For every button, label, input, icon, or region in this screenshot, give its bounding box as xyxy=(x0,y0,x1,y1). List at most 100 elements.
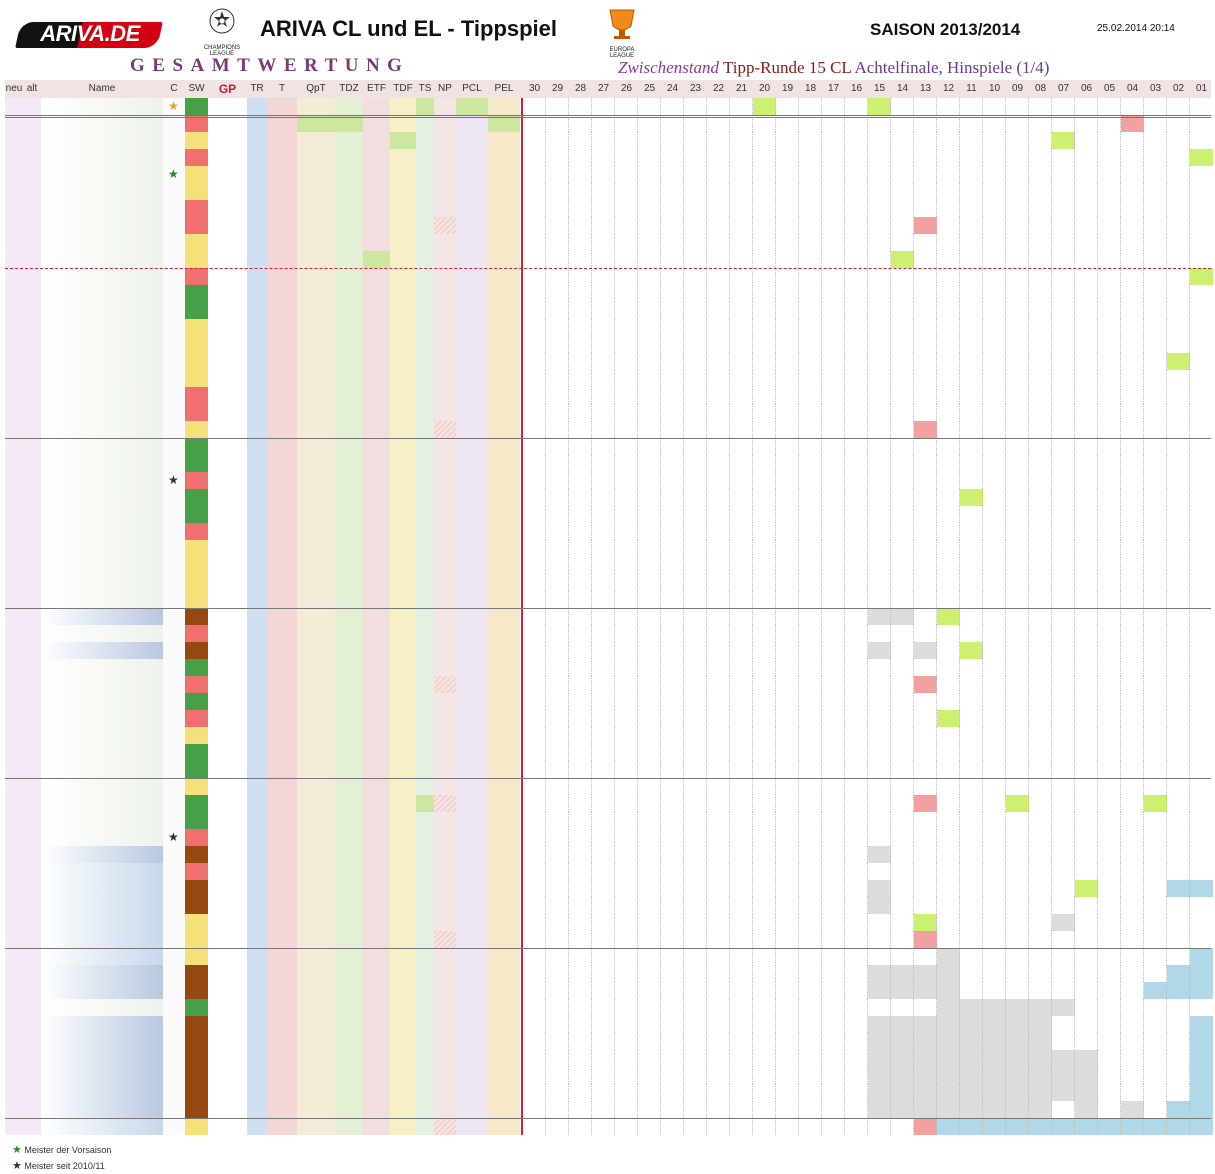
column-header-name[interactable]: Name xyxy=(41,80,163,98)
round-header-16[interactable]: 16 xyxy=(845,80,868,98)
table-row[interactable] xyxy=(5,625,1211,642)
column-header-etf[interactable]: ETF xyxy=(363,80,390,98)
table-row[interactable] xyxy=(5,421,1211,438)
table-row[interactable] xyxy=(5,744,1211,761)
round-header-30[interactable]: 30 xyxy=(523,80,546,98)
table-row[interactable] xyxy=(5,404,1211,421)
table-row[interactable] xyxy=(5,523,1211,540)
round-header-24[interactable]: 24 xyxy=(661,80,684,98)
table-row[interactable] xyxy=(5,1050,1213,1067)
table-row[interactable] xyxy=(5,846,1211,863)
column-header-tdz[interactable]: TDZ xyxy=(335,80,363,98)
table-row[interactable]: ★ xyxy=(5,166,1211,183)
column-header-neu[interactable]: neu xyxy=(5,80,23,98)
table-row[interactable] xyxy=(5,1118,1213,1135)
round-header-29[interactable]: 29 xyxy=(546,80,569,98)
table-row[interactable] xyxy=(5,200,1211,217)
table-row[interactable] xyxy=(5,455,1211,472)
table-row[interactable] xyxy=(5,1016,1213,1033)
column-header-pcl[interactable]: PCL xyxy=(456,80,488,98)
table-row[interactable] xyxy=(5,387,1211,404)
table-row[interactable] xyxy=(5,183,1211,200)
table-row[interactable] xyxy=(5,914,1211,931)
column-header-tdf[interactable]: TDF xyxy=(390,80,416,98)
table-row[interactable] xyxy=(5,659,1211,676)
round-header-14[interactable]: 14 xyxy=(891,80,914,98)
column-header-np[interactable]: NP xyxy=(434,80,456,98)
table-row[interactable] xyxy=(5,132,1211,149)
table-row[interactable] xyxy=(5,710,1211,727)
round-header-07[interactable]: 07 xyxy=(1052,80,1075,98)
round-header-27[interactable]: 27 xyxy=(592,80,615,98)
table-row[interactable] xyxy=(5,251,1211,268)
table-row[interactable] xyxy=(5,217,1211,234)
round-header-18[interactable]: 18 xyxy=(799,80,822,98)
table-row[interactable] xyxy=(5,268,1213,285)
table-row[interactable] xyxy=(5,693,1211,710)
table-row[interactable] xyxy=(5,608,1211,625)
column-header-tr[interactable]: TR xyxy=(247,80,267,98)
table-row[interactable] xyxy=(5,880,1213,897)
column-header-t[interactable]: T xyxy=(267,80,297,98)
table-row[interactable] xyxy=(5,591,1211,608)
table-row[interactable] xyxy=(5,965,1213,982)
table-row[interactable] xyxy=(5,1067,1213,1084)
ariva-logo[interactable]: ARIVA.DE xyxy=(15,20,163,50)
table-row[interactable] xyxy=(5,353,1211,370)
round-header-04[interactable]: 04 xyxy=(1121,80,1144,98)
column-header-pel[interactable]: PEL xyxy=(488,80,520,98)
table-row[interactable] xyxy=(5,863,1211,880)
table-row[interactable] xyxy=(5,1101,1213,1118)
round-header-01[interactable]: 01 xyxy=(1190,80,1213,98)
table-row[interactable] xyxy=(5,149,1213,166)
table-row[interactable] xyxy=(5,761,1211,778)
table-row[interactable] xyxy=(5,642,1211,659)
table-row[interactable] xyxy=(5,1084,1213,1101)
round-header-19[interactable]: 19 xyxy=(776,80,799,98)
table-row[interactable] xyxy=(5,319,1211,336)
table-row[interactable] xyxy=(5,574,1211,591)
table-row[interactable] xyxy=(5,557,1211,574)
column-header-ts[interactable]: TS xyxy=(416,80,434,98)
table-row[interactable] xyxy=(5,812,1211,829)
table-row[interactable] xyxy=(5,234,1211,251)
round-header-15[interactable]: 15 xyxy=(868,80,891,98)
table-row[interactable] xyxy=(5,778,1211,795)
round-header-17[interactable]: 17 xyxy=(822,80,845,98)
table-row[interactable] xyxy=(5,370,1211,387)
table-row[interactable] xyxy=(5,302,1211,319)
table-row[interactable] xyxy=(5,540,1211,557)
column-header-alt[interactable]: alt xyxy=(23,80,41,98)
table-row[interactable] xyxy=(5,676,1211,693)
table-row[interactable]: ★ xyxy=(5,98,1211,115)
round-header-20[interactable]: 20 xyxy=(753,80,776,98)
round-header-23[interactable]: 23 xyxy=(684,80,707,98)
round-header-28[interactable]: 28 xyxy=(569,80,592,98)
table-row[interactable] xyxy=(5,336,1211,353)
table-row[interactable] xyxy=(5,489,1211,506)
column-header-sw[interactable]: SW xyxy=(185,80,208,98)
table-row[interactable] xyxy=(5,795,1211,812)
table-row[interactable] xyxy=(5,982,1213,999)
round-header-05[interactable]: 05 xyxy=(1098,80,1121,98)
round-header-08[interactable]: 08 xyxy=(1029,80,1052,98)
round-header-12[interactable]: 12 xyxy=(937,80,960,98)
round-header-06[interactable]: 06 xyxy=(1075,80,1098,98)
round-header-10[interactable]: 10 xyxy=(983,80,1006,98)
table-row[interactable] xyxy=(5,897,1211,914)
table-row[interactable] xyxy=(5,948,1213,965)
round-header-11[interactable]: 11 xyxy=(960,80,983,98)
round-header-13[interactable]: 13 xyxy=(914,80,937,98)
table-row[interactable] xyxy=(5,285,1211,302)
column-header-c[interactable]: C xyxy=(163,80,185,98)
round-header-21[interactable]: 21 xyxy=(730,80,753,98)
table-row[interactable] xyxy=(5,931,1211,948)
table-row[interactable] xyxy=(5,438,1211,455)
table-row[interactable] xyxy=(5,999,1211,1016)
round-header-25[interactable]: 25 xyxy=(638,80,661,98)
table-row[interactable] xyxy=(5,1033,1213,1050)
table-row[interactable] xyxy=(5,506,1211,523)
round-header-22[interactable]: 22 xyxy=(707,80,730,98)
column-header-qpt[interactable]: QpT xyxy=(297,80,335,98)
round-header-09[interactable]: 09 xyxy=(1006,80,1029,98)
